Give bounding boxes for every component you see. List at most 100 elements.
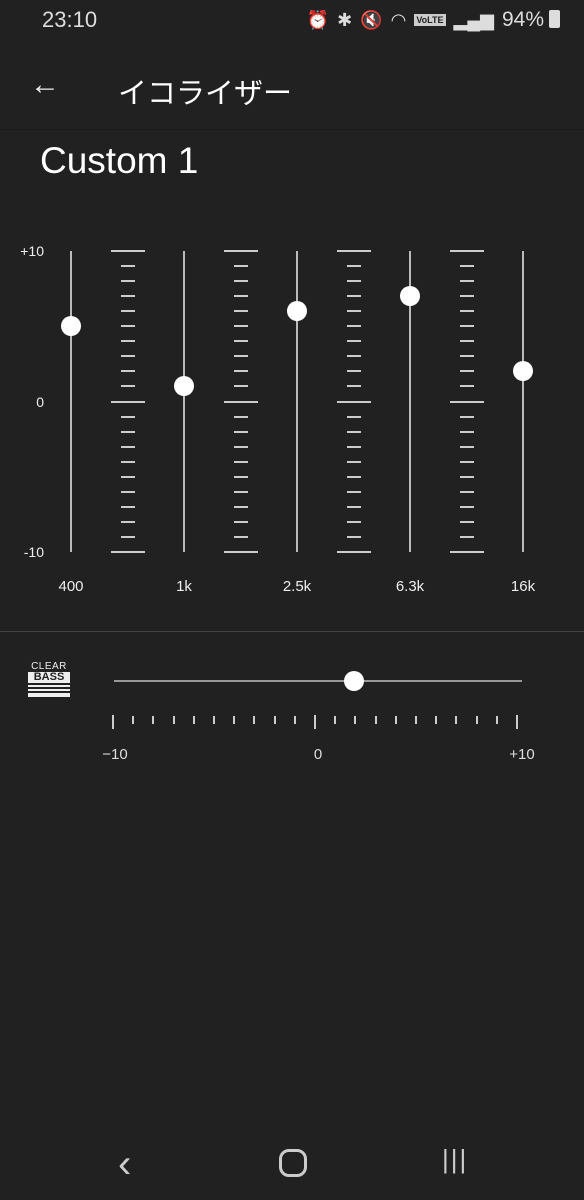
eq-scale-tick [346,370,361,373]
eq-slider-thumb-16k[interactable] [513,361,533,382]
eq-scale-tick [459,355,474,358]
eq-scale-tick [346,475,361,478]
eq-scale-tick [223,250,258,252]
clear-bass-min-label: −10 [102,746,128,763]
clear-bass-tick [394,716,397,724]
eq-scale-tick [120,280,135,283]
eq-slider-thumb-400[interactable] [61,316,81,337]
eq-scale-tick [233,265,248,268]
eq-scale-tick [346,445,361,448]
eq-slider-thumb-2.5k[interactable] [287,301,307,322]
eq-scale-tick [120,355,135,358]
eq-band-label: 400 [58,578,84,595]
eq-slider-thumb-6.3k[interactable] [400,286,420,307]
eq-scale-tick [459,295,474,298]
eq-slider-400[interactable] [70,251,72,552]
eq-scale-tick [346,460,361,463]
clear-bass-slider-thumb[interactable] [344,671,365,691]
eq-scale-tick [233,520,248,523]
eq-scale-tick [233,445,248,448]
eq-scale-tick [346,490,361,493]
eq-scale-tick [233,460,248,463]
clear-bass-tick [233,716,236,724]
clear-bass-tick [172,716,175,724]
eq-scale-tick [223,400,258,403]
eq-scale-tick [120,460,135,463]
clear-bass-tick [415,716,417,724]
nav-recents-button[interactable]: ||| [442,1144,468,1175]
eq-scale-tick [120,385,135,388]
status-bar: 23:10 ⏰ ✱ 🔇 ◠ VoLTE ▂▄▆ 94% [0,0,584,40]
nav-back-button[interactable]: ‹ [118,1142,131,1187]
eq-scale-tick [233,310,248,313]
eq-scale-tick [449,551,484,553]
eq-slider-1k[interactable] [183,251,185,552]
eq-scale-tick [336,400,371,403]
eq-band-label: 1k [176,578,192,595]
eq-slider-thumb-1k[interactable] [174,376,194,397]
clear-bass-tick [293,716,296,724]
eq-scale-tick [346,430,361,433]
eq-scale-tick [233,475,248,478]
eq-scale-tick [459,475,474,478]
eq-scale-tick [346,340,361,343]
eq-scale-tick [346,415,361,418]
eq-scale-tick [346,265,361,268]
divider [0,631,584,632]
eq-scale-tick [120,265,135,268]
eq-scale-tick [233,535,248,538]
eq-scale-tick [459,325,474,328]
eq-scale-tick [120,475,135,478]
eq-scale-tick [233,505,248,508]
eq-scale-tick [459,385,474,388]
signal-icon: ▂▄▆ [453,9,494,30]
eq-slider-16k[interactable] [522,251,524,552]
clear-bass-tick [475,716,478,724]
eq-scale-tick [233,295,248,298]
eq-scale-tick [459,505,474,508]
clear-bass-tick [354,716,357,724]
eq-scale-tick [459,460,474,463]
nav-home-button[interactable] [279,1149,307,1177]
preset-name: Custom 1 [40,140,199,181]
clear-bass-slider[interactable] [114,680,522,682]
alarm-icon: ⏰ [306,9,330,30]
clear-bass-tick [213,716,215,724]
eq-scale-tick [233,340,248,343]
eq-scale-tick [233,415,248,418]
clear-bass-tick [253,716,256,724]
eq-band-label: 2.5k [282,578,312,595]
eq-band-label: 16k [510,578,536,595]
eq-scale-tick [233,325,248,328]
battery-text: 94% [501,8,544,31]
eq-scale-tick [459,280,474,283]
status-time: 23:10 [42,7,98,32]
eq-scale-tick [120,295,135,298]
eq-scale-tick [449,250,484,252]
clear-bass-logo: CLEAR BASS [28,661,70,697]
eq-scale-tick [233,490,248,493]
eq-scale-tick [233,370,248,373]
mute-vibrate-icon: 🔇 [360,9,383,30]
eq-scale-tick [449,400,484,403]
eq-scale-tick [459,310,474,313]
eq-scale-tick [346,505,361,508]
eq-scale-tick [233,385,248,388]
eq-scale-tick [233,280,248,283]
eq-scale-tick [346,355,361,358]
eq-scale-tick [346,280,361,283]
eq-scale-tick [233,430,248,433]
back-button[interactable]: ← [30,68,60,102]
eq-scale-tick [346,385,361,388]
eq-scale-tick [120,340,135,343]
clear-bass-tick [192,716,195,724]
eq-scale-tick [346,520,361,523]
clear-bass-tick [435,716,438,724]
eq-scale-tick [223,551,258,553]
eq-scale-tick [459,535,474,538]
eq-scale-tick [110,250,145,252]
eq-scale-tick [346,325,361,328]
eq-scale-tick [336,250,371,252]
eq-scale-tick [120,445,135,448]
eq-slider-2.5k[interactable] [296,251,298,552]
